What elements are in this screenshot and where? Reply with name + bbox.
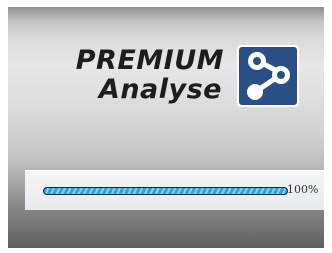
brand-title: PREMIUM Analyse (54, 46, 224, 120)
brand-title-line1: PREMIUM (75, 45, 224, 76)
splash-screen: PREMIUM Analyse 100% (8, 7, 324, 248)
progress-percent-label: 100% (287, 183, 319, 196)
progress-panel: 100% (25, 170, 324, 210)
brand-title-line2: Analyse (98, 74, 222, 105)
molecule-icon (236, 44, 300, 108)
progress-bar-fill (44, 188, 287, 194)
progress-bar (44, 188, 287, 194)
